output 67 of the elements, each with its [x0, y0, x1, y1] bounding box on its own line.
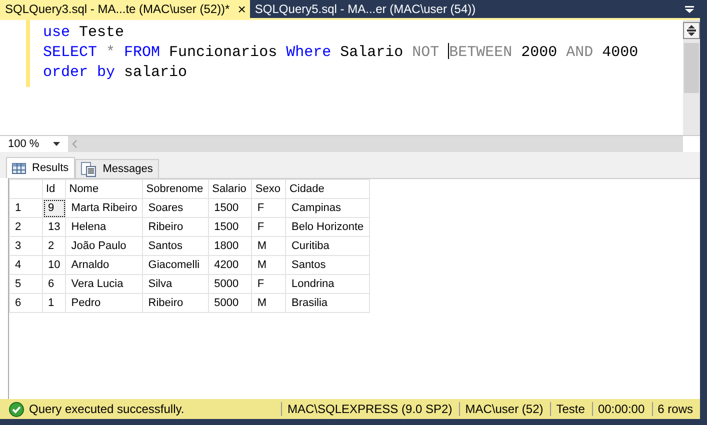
row-number[interactable]: 5: [10, 274, 42, 294]
row-number[interactable]: 4: [10, 256, 42, 274]
results-tab[interactable]: Messages: [74, 159, 159, 178]
close-icon[interactable]: ×: [238, 1, 246, 17]
table-cell: 5000: [208, 294, 252, 312]
table-cell: Helena: [66, 218, 143, 236]
column-header[interactable]: Salario: [208, 180, 252, 198]
table-cell: 13: [42, 218, 66, 236]
table-cell: M: [252, 294, 286, 312]
column-header[interactable]: Id: [42, 180, 66, 198]
table-cell: Soares: [142, 198, 209, 218]
status-text: 6 rows: [652, 402, 700, 416]
status-text: Teste: [550, 402, 592, 416]
table-cell: 1: [42, 294, 66, 312]
table-cell: 4200: [208, 256, 252, 274]
table-cell: Santos: [286, 256, 370, 274]
table-cell: Brasilia: [286, 294, 370, 312]
table-cell: M: [252, 256, 286, 274]
scrollbar[interactable]: [69, 136, 683, 152]
table-cell: Ribeiro: [142, 218, 209, 236]
table-cell: Londrina: [286, 274, 370, 294]
table-cell: 1800: [208, 236, 252, 256]
table-cell: João Paulo: [66, 236, 143, 256]
row-number[interactable]: 3: [10, 236, 42, 256]
table-cell: F: [252, 218, 286, 236]
row-number[interactable]: 2: [10, 218, 42, 236]
table-cell: Arnaldo: [66, 256, 143, 274]
scrollbar[interactable]: [683, 20, 700, 135]
code-line: use Teste: [43, 23, 124, 43]
table-cell: Ribeiro: [142, 294, 209, 312]
table-cell: 9: [42, 198, 66, 218]
document-tab[interactable]: SQLQuery5.sql - MA...er (MAC\user (54)): [250, 0, 480, 18]
table-cell: Santos: [142, 236, 209, 256]
table-cell: F: [252, 274, 286, 294]
table-cell: Belo Horizonte: [286, 218, 370, 236]
table-cell: Silva: [142, 274, 209, 294]
table-cell: 2: [42, 236, 66, 256]
code-line: order by salario: [43, 63, 188, 83]
status-text: MAC\user (52): [459, 402, 550, 416]
column-header[interactable]: Sobrenome: [142, 180, 209, 198]
table-cell: M: [252, 236, 286, 256]
column-header[interactable]: Cidade: [286, 180, 370, 198]
table-cell: Giacomelli: [142, 256, 209, 274]
status-text: 00:00:00: [592, 402, 652, 416]
table-cell: 5000: [208, 274, 252, 294]
column-header[interactable]: Sexo: [252, 180, 286, 198]
table-cell: Curitiba: [286, 236, 370, 256]
grid-icon: [12, 162, 26, 174]
code-line: SELECT * FROM Funcionarios Where Salario NOT BETWEEN 2000 AND 4000: [43, 43, 638, 63]
column-header[interactable]: Nome: [66, 180, 143, 198]
table-cell: Marta Ribeiro: [66, 198, 143, 218]
split-icon[interactable]: [683, 22, 700, 39]
table-cell: Campinas: [286, 198, 370, 218]
table-cell: Vera Lucia: [66, 274, 143, 294]
table-cell: F: [252, 198, 286, 218]
status-message: Query executed successfully.: [29, 402, 186, 416]
table-cell: 6: [42, 274, 66, 294]
table-cell: 1500: [208, 218, 252, 236]
document-tab[interactable]: SQLQuery3.sql - MA...te (MAC\user (52))* ×: [0, 0, 250, 18]
results-tab[interactable]: Results: [6, 157, 75, 178]
success-icon: [9, 402, 24, 416]
row-number[interactable]: 6: [10, 294, 42, 312]
caret-icon: [53, 142, 60, 146]
table-cell: 10: [42, 256, 66, 274]
table-cell: Pedro: [66, 294, 143, 312]
status-text: MAC\SQLEXPRESS (9.0 SP2): [281, 402, 460, 416]
table-cell: 1500: [208, 198, 252, 218]
